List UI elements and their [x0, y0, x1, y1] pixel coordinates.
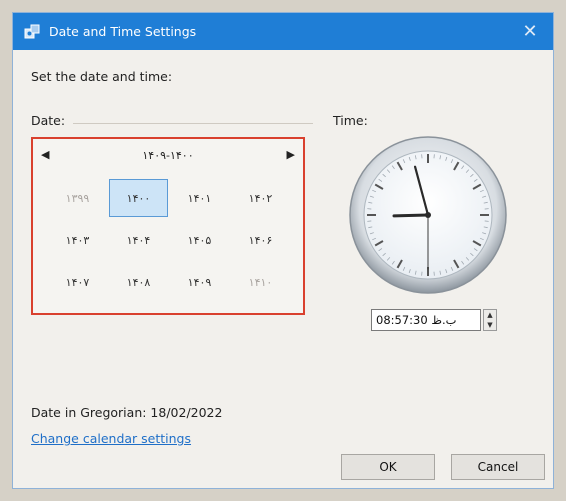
- page-title: Set the date and time:: [31, 69, 173, 84]
- time-input[interactable]: 08:57:30 ب.ظ: [371, 309, 481, 331]
- gregorian-date: Date in Gregorian: 18/02/2022: [31, 405, 223, 420]
- year-calendar: ◀ ۱۴۰۹-۱۴۰۰ ▶ ۱۳۹۹ ۱۴۰۰ ۱۴۰۱ ۱۴۰۲ ۱۴۰۳ ۱…: [31, 137, 305, 315]
- year-cell[interactable]: ۱۴۱۰: [230, 261, 291, 303]
- spin-up-icon[interactable]: ▲: [484, 310, 496, 320]
- cancel-button[interactable]: Cancel: [451, 454, 545, 480]
- date-time-app-icon: [23, 23, 41, 41]
- close-icon[interactable]: ✕: [515, 13, 545, 50]
- hour-hand: [392, 213, 430, 218]
- clock-center: [425, 212, 431, 218]
- ok-button[interactable]: OK: [341, 454, 435, 480]
- year-cell[interactable]: ۱۴۰۸: [108, 261, 169, 303]
- window-title: Date and Time Settings: [49, 24, 197, 39]
- spin-down-icon[interactable]: ▼: [484, 320, 496, 330]
- calendar-header: ◀ ۱۴۰۹-۱۴۰۰ ▶: [33, 145, 303, 167]
- date-time-dialog: Date and Time Settings ✕ Set the date an…: [12, 12, 554, 489]
- title-bar: Date and Time Settings ✕: [13, 13, 553, 50]
- divider: [73, 123, 313, 124]
- time-value: 08:57:30 ب.ظ: [376, 313, 457, 327]
- year-grid: ۱۳۹۹ ۱۴۰۰ ۱۴۰۱ ۱۴۰۲ ۱۴۰۳ ۱۴۰۴ ۱۴۰۵ ۱۴۰۶ …: [47, 177, 291, 303]
- next-decade-icon[interactable]: ▶: [287, 148, 295, 161]
- year-cell[interactable]: ۱۴۰۱: [169, 177, 230, 219]
- change-calendar-settings-link[interactable]: Change calendar settings: [31, 431, 191, 446]
- year-cell[interactable]: ۱۴۰۰: [109, 179, 168, 217]
- year-cell[interactable]: ۱۴۰۳: [47, 219, 108, 261]
- time-stepper[interactable]: ▲ ▼: [483, 309, 497, 331]
- analog-clock: [349, 136, 507, 294]
- year-cell[interactable]: ۱۳۹۹: [47, 177, 108, 219]
- decade-range-title[interactable]: ۱۴۰۹-۱۴۰۰: [33, 149, 303, 162]
- year-cell[interactable]: ۱۴۰۷: [47, 261, 108, 303]
- year-cell[interactable]: ۱۴۰۵: [169, 219, 230, 261]
- time-label: Time:: [333, 113, 368, 128]
- year-cell[interactable]: ۱۴۰۴: [108, 219, 169, 261]
- date-label: Date:: [31, 113, 66, 128]
- year-cell[interactable]: ۱۴۰۶: [230, 219, 291, 261]
- year-cell[interactable]: ۱۴۰۹: [169, 261, 230, 303]
- year-cell[interactable]: ۱۴۰۲: [230, 177, 291, 219]
